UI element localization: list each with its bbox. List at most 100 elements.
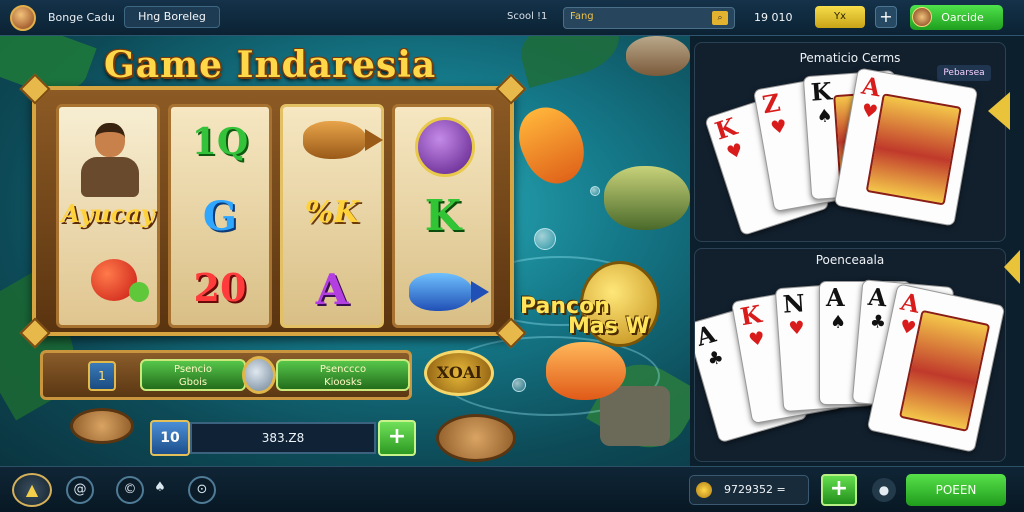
reel-3: %K A bbox=[280, 104, 384, 328]
deposit-avatar-icon bbox=[912, 7, 932, 27]
avatar[interactable] bbox=[10, 5, 36, 31]
reel-2: 1Q G 20 bbox=[168, 104, 272, 328]
creature-symbol bbox=[415, 117, 475, 177]
reel-symbol: 1Q bbox=[191, 121, 249, 163]
table-title: Poenceaala bbox=[815, 253, 885, 267]
bubble bbox=[590, 186, 600, 196]
fish-symbol bbox=[303, 121, 383, 159]
card-rank: K bbox=[809, 76, 833, 107]
game-title: Game Indaresia bbox=[104, 44, 437, 86]
fish-symbol bbox=[409, 273, 489, 311]
option-sublabel: Gbois bbox=[178, 377, 208, 388]
card-rank: Z bbox=[760, 87, 783, 120]
wood-log-decoration bbox=[70, 408, 134, 444]
bet-increase-button[interactable]: + bbox=[378, 420, 416, 456]
coin-icon bbox=[696, 482, 712, 498]
card-rank: A bbox=[694, 318, 719, 352]
frame-corner-ornament bbox=[495, 73, 527, 105]
search-value: Fang bbox=[570, 11, 594, 22]
search-label: Scool !1 bbox=[507, 11, 548, 22]
add-balance-button[interactable]: + bbox=[821, 474, 857, 506]
card-rank: K bbox=[738, 299, 764, 332]
option-label: Psenccco bbox=[319, 364, 367, 375]
search-input[interactable]: Fang ⌕ bbox=[563, 7, 735, 29]
rock-decoration bbox=[600, 386, 670, 446]
card-table-top[interactable]: Pematicio Cerms Pebarsea K ♥ Z ♥ K ♠ A ♥ bbox=[694, 42, 1006, 242]
character-body bbox=[81, 157, 139, 197]
badge-text: Pancon Mas W bbox=[520, 296, 670, 339]
bubble bbox=[534, 228, 556, 250]
card-rank: K bbox=[711, 111, 741, 146]
history-icon[interactable]: © bbox=[116, 476, 144, 504]
option-sublabel: Kioosks bbox=[324, 377, 362, 388]
wallet-value: 9729352 = bbox=[724, 483, 786, 496]
search-icon[interactable]: ⌕ bbox=[712, 11, 728, 25]
wood-log-decoration bbox=[436, 414, 516, 462]
card-rank: A bbox=[866, 281, 888, 313]
home-icon[interactable]: ▲ bbox=[12, 473, 52, 507]
bottom-bar: ▲ @ © ♠ ⊙ 9729352 = + ● POEEN bbox=[0, 466, 1024, 512]
card-suit: ♠ bbox=[815, 105, 834, 128]
left-option-button[interactable]: Psencio Gbois bbox=[140, 359, 246, 391]
reel-1: Ayucay bbox=[56, 104, 160, 328]
bass-fish-decoration bbox=[604, 166, 690, 230]
reel-symbol: K bbox=[424, 191, 462, 240]
top-bar: Bonge Cadu Hng Boreleg Scool !1 Fang ⌕ 1… bbox=[0, 0, 1024, 36]
character-head bbox=[95, 123, 125, 157]
goldfish-decoration bbox=[508, 96, 596, 194]
card-suit: ♥ bbox=[724, 139, 746, 165]
right-option-button[interactable]: Psenccco Kioosks bbox=[276, 359, 410, 391]
auto-play-button[interactable]: XOAl bbox=[424, 350, 494, 396]
reel-symbol: 20 bbox=[193, 265, 247, 310]
cards-icon[interactable]: ♠ bbox=[146, 476, 174, 504]
card-suit: ♥ bbox=[897, 315, 918, 340]
carp-fish-decoration bbox=[626, 36, 690, 76]
deposit-button[interactable]: Oarcide bbox=[910, 5, 1003, 30]
card-suit: ♥ bbox=[747, 327, 767, 352]
lime-symbol bbox=[129, 282, 149, 302]
bet-amount-field[interactable]: 383.Z8 bbox=[190, 422, 376, 454]
card-table-bottom[interactable]: Poenceaala A ♣ K ♥ N ♥ A ♠ A ♣ A ♥ bbox=[694, 248, 1006, 462]
card-suit: ♥ bbox=[859, 99, 880, 124]
yellow-action-button[interactable]: Yx bbox=[815, 6, 865, 28]
open-button[interactable]: POEEN bbox=[906, 474, 1006, 506]
profile-icon[interactable]: @ bbox=[66, 476, 94, 504]
card-suit: ♠ bbox=[830, 312, 847, 333]
character-symbol bbox=[77, 123, 143, 203]
bubble bbox=[512, 378, 526, 392]
bet-level-button[interactable]: 1 bbox=[88, 361, 116, 391]
settings-icon[interactable]: ⊙ bbox=[188, 476, 216, 504]
card-suit: ♥ bbox=[787, 317, 806, 340]
app-title: Bonge Cadu bbox=[48, 11, 115, 24]
table-subtitle: Pebarsea bbox=[937, 65, 991, 81]
card-rank: N bbox=[781, 288, 806, 319]
badge-line: Mas W bbox=[568, 314, 650, 339]
jackpot-badge: Pancon Mas W bbox=[520, 261, 670, 371]
card-suit: ♥ bbox=[769, 115, 789, 140]
option-label: Psencio bbox=[174, 364, 212, 375]
reel-symbol: G bbox=[202, 193, 238, 240]
user-name-chip[interactable]: Hng Boreleg bbox=[124, 6, 220, 28]
spin-button[interactable] bbox=[242, 356, 276, 394]
reel-symbol: Ayucay bbox=[61, 199, 155, 228]
card-panel: Pematicio Cerms Pebarsea K ♥ Z ♥ K ♠ A ♥… bbox=[690, 36, 1024, 466]
balance-display: 19 010 bbox=[754, 11, 793, 24]
card-rank: A bbox=[859, 70, 883, 103]
wallet-balance[interactable]: 9729352 = bbox=[689, 475, 809, 505]
bet-chip[interactable]: 10 bbox=[150, 420, 190, 456]
reel-4: K bbox=[392, 104, 494, 328]
slot-game-area: Game Indaresia Ayucay 1Q G 20 %K A K 1 P… bbox=[0, 36, 690, 466]
playing-card[interactable]: A ♥ bbox=[833, 67, 979, 227]
reel-symbol: A bbox=[315, 265, 349, 314]
card-suit: ♣ bbox=[704, 346, 727, 372]
card-rank: A bbox=[826, 283, 845, 312]
add-funds-button[interactable]: + bbox=[875, 6, 897, 28]
deposit-label: Oarcide bbox=[941, 11, 984, 24]
reel-symbol: %K bbox=[304, 195, 360, 230]
card-rank: A bbox=[898, 286, 923, 319]
card-suit: ♣ bbox=[869, 311, 887, 334]
card-face-art bbox=[865, 93, 962, 206]
reels-frame: Ayucay 1Q G 20 %K A K bbox=[19, 73, 527, 349]
info-icon[interactable]: ● bbox=[872, 478, 896, 502]
palm-leaf-decoration bbox=[513, 36, 627, 88]
